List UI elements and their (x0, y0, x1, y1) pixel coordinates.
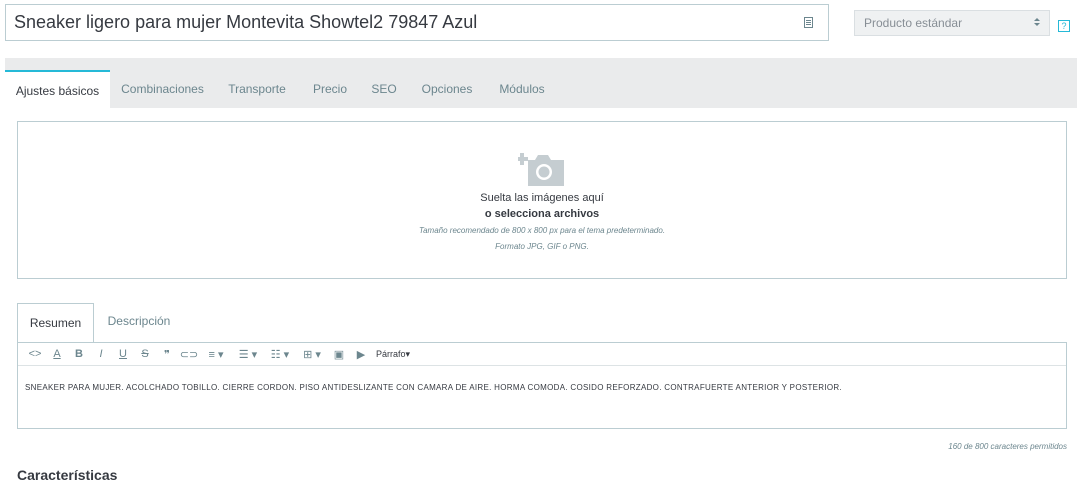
dropzone-size-hint: Tamaño recomendado de 800 x 800 px para … (418, 226, 666, 235)
summary-editor[interactable]: <> A B I U S ❞ ⊂⊃ ≡ ▾ ☰ ▾ ☷ ▾ ⊞ ▾ ▣ ▶ Pá… (17, 342, 1067, 429)
tab-combinaciones[interactable]: Combinaciones (115, 70, 210, 108)
product-name-value: Sneaker ligero para mujer Montevita Show… (14, 12, 478, 32)
tab-opciones[interactable]: Opciones (414, 70, 480, 108)
tab-transporte[interactable]: Transporte (220, 70, 294, 108)
tab-resumen[interactable]: Resumen (17, 303, 94, 343)
tab-descripcion[interactable]: Descripción (97, 303, 181, 339)
bold-icon[interactable]: B (68, 345, 90, 363)
source-code-icon[interactable]: <> (24, 345, 46, 363)
dropzone-drop-text: Suelta las imágenes aquí (480, 192, 604, 204)
document-icon[interactable] (802, 16, 814, 30)
main-tabs: Ajustes básicos Combinaciones Transporte… (5, 58, 1077, 108)
align-dropdown-icon[interactable]: ≡ ▾ (200, 345, 232, 363)
image-dropzone[interactable]: Suelta las imágenes aquí o selecciona ar… (17, 121, 1067, 279)
tab-ajustes-basicos[interactable]: Ajustes básicos (5, 70, 110, 108)
add-photo-icon (516, 148, 566, 188)
underline-icon[interactable]: U (112, 345, 134, 363)
tab-modulos[interactable]: Módulos (490, 70, 554, 108)
product-type-select[interactable]: Producto estándar (854, 10, 1050, 36)
italic-icon[interactable]: I (90, 345, 112, 363)
summary-content[interactable]: SNEAKER PARA MUJER. ACOLCHADO TOBILLO. C… (25, 383, 842, 392)
table-icon[interactable]: ⊞ ▾ (296, 345, 328, 363)
product-name-input[interactable]: Sneaker ligero para mujer Montevita Show… (5, 4, 829, 41)
bullet-list-icon[interactable]: ☰ ▾ (232, 345, 264, 363)
editor-toolbar: <> A B I U S ❞ ⊂⊃ ≡ ▾ ☰ ▾ ☷ ▾ ⊞ ▾ ▣ ▶ Pá… (18, 343, 1066, 366)
format-select[interactable]: Párrafo ▾ (372, 345, 414, 363)
dropzone-format-hint: Formato JPG, GIF o PNG. (495, 242, 589, 251)
blockquote-icon[interactable]: ❞ (156, 345, 178, 363)
select-arrows-icon (1034, 16, 1040, 30)
tab-precio[interactable]: Precio (305, 70, 355, 108)
select-files-link[interactable]: o selecciona archivos (18, 208, 1066, 220)
image-icon[interactable]: ▣ (328, 345, 350, 363)
help-icon[interactable]: ? (1058, 20, 1070, 32)
char-count: 160 de 800 caracteres permitidos (948, 442, 1067, 451)
format-select-label: Párrafo (376, 349, 406, 359)
link-icon[interactable]: ⊂⊃ (178, 345, 200, 363)
tab-seo[interactable]: SEO (365, 70, 403, 108)
media-icon[interactable]: ▶ (350, 345, 372, 363)
product-type-value: Producto estándar (864, 16, 963, 30)
section-title: Características (17, 467, 118, 483)
numbered-list-icon[interactable]: ☷ ▾ (264, 345, 296, 363)
text-color-icon[interactable]: A (46, 345, 68, 363)
strikethrough-icon[interactable]: S (134, 345, 156, 363)
